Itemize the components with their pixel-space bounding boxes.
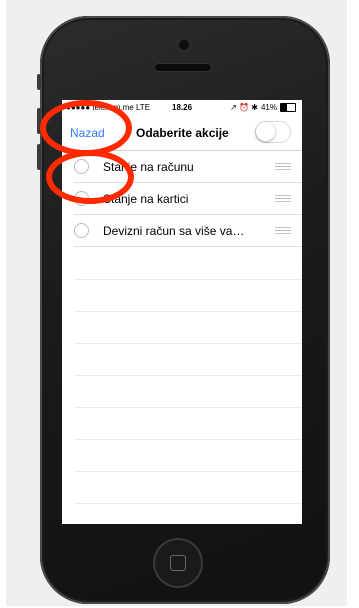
list-item[interactable]: Stanje na računu	[62, 151, 302, 183]
mute-switch	[37, 74, 41, 90]
list-item-label: Devizni račun sa više va…	[103, 224, 245, 238]
list-item[interactable]: Devizni račun sa više va…	[62, 215, 302, 247]
phone-screen: ●●●●● telekom.me LTE 18.26 ↗ ⏰ ✱ 41% Naz…	[62, 100, 302, 524]
status-indicators-icon: ↗ ⏰ ✱	[230, 103, 258, 112]
list-item[interactable]: Stanje na kartici	[62, 183, 302, 215]
list-item-label: Stanje na kartici	[103, 192, 189, 206]
reorder-handle-icon[interactable]	[275, 195, 291, 204]
back-button[interactable]: Nazad	[70, 126, 105, 140]
reorder-handle-icon[interactable]	[275, 227, 291, 236]
empty-row-divider	[74, 343, 302, 344]
reorder-handle-icon[interactable]	[275, 163, 291, 172]
empty-row-divider	[74, 471, 302, 472]
empty-row-divider	[74, 503, 302, 504]
row-divider	[74, 246, 302, 247]
front-camera	[179, 40, 189, 50]
select-all-toggle[interactable]	[255, 121, 291, 143]
empty-row-divider	[74, 311, 302, 312]
empty-row-divider	[74, 439, 302, 440]
nav-title: Odaberite akcije	[136, 126, 229, 140]
earpiece-speaker	[155, 64, 211, 71]
carrier-label: ●●●●● telekom.me LTE	[66, 103, 151, 112]
battery-percent: 41%	[260, 103, 277, 112]
battery-icon	[280, 103, 296, 112]
empty-row-divider	[74, 279, 302, 280]
volume-up-button	[37, 108, 41, 134]
radio-circle-icon[interactable]	[74, 223, 89, 238]
status-bar: ●●●●● telekom.me LTE 18.26 ↗ ⏰ ✱ 41%	[62, 100, 302, 114]
radio-circle-icon[interactable]	[74, 191, 89, 206]
home-square-icon	[170, 555, 186, 571]
status-right: ↗ ⏰ ✱ 41%	[230, 103, 296, 112]
home-button[interactable]	[155, 540, 201, 586]
empty-row-divider	[74, 407, 302, 408]
navigation-bar: Nazad Odaberite akcije	[62, 114, 302, 151]
toggle-knob	[256, 122, 275, 141]
empty-row-divider	[74, 375, 302, 376]
radio-circle-icon[interactable]	[74, 159, 89, 174]
list-item-label: Stanje na računu	[103, 160, 194, 174]
volume-down-button	[37, 144, 41, 170]
status-time: 18.26	[172, 103, 193, 112]
battery-fill	[281, 104, 287, 111]
